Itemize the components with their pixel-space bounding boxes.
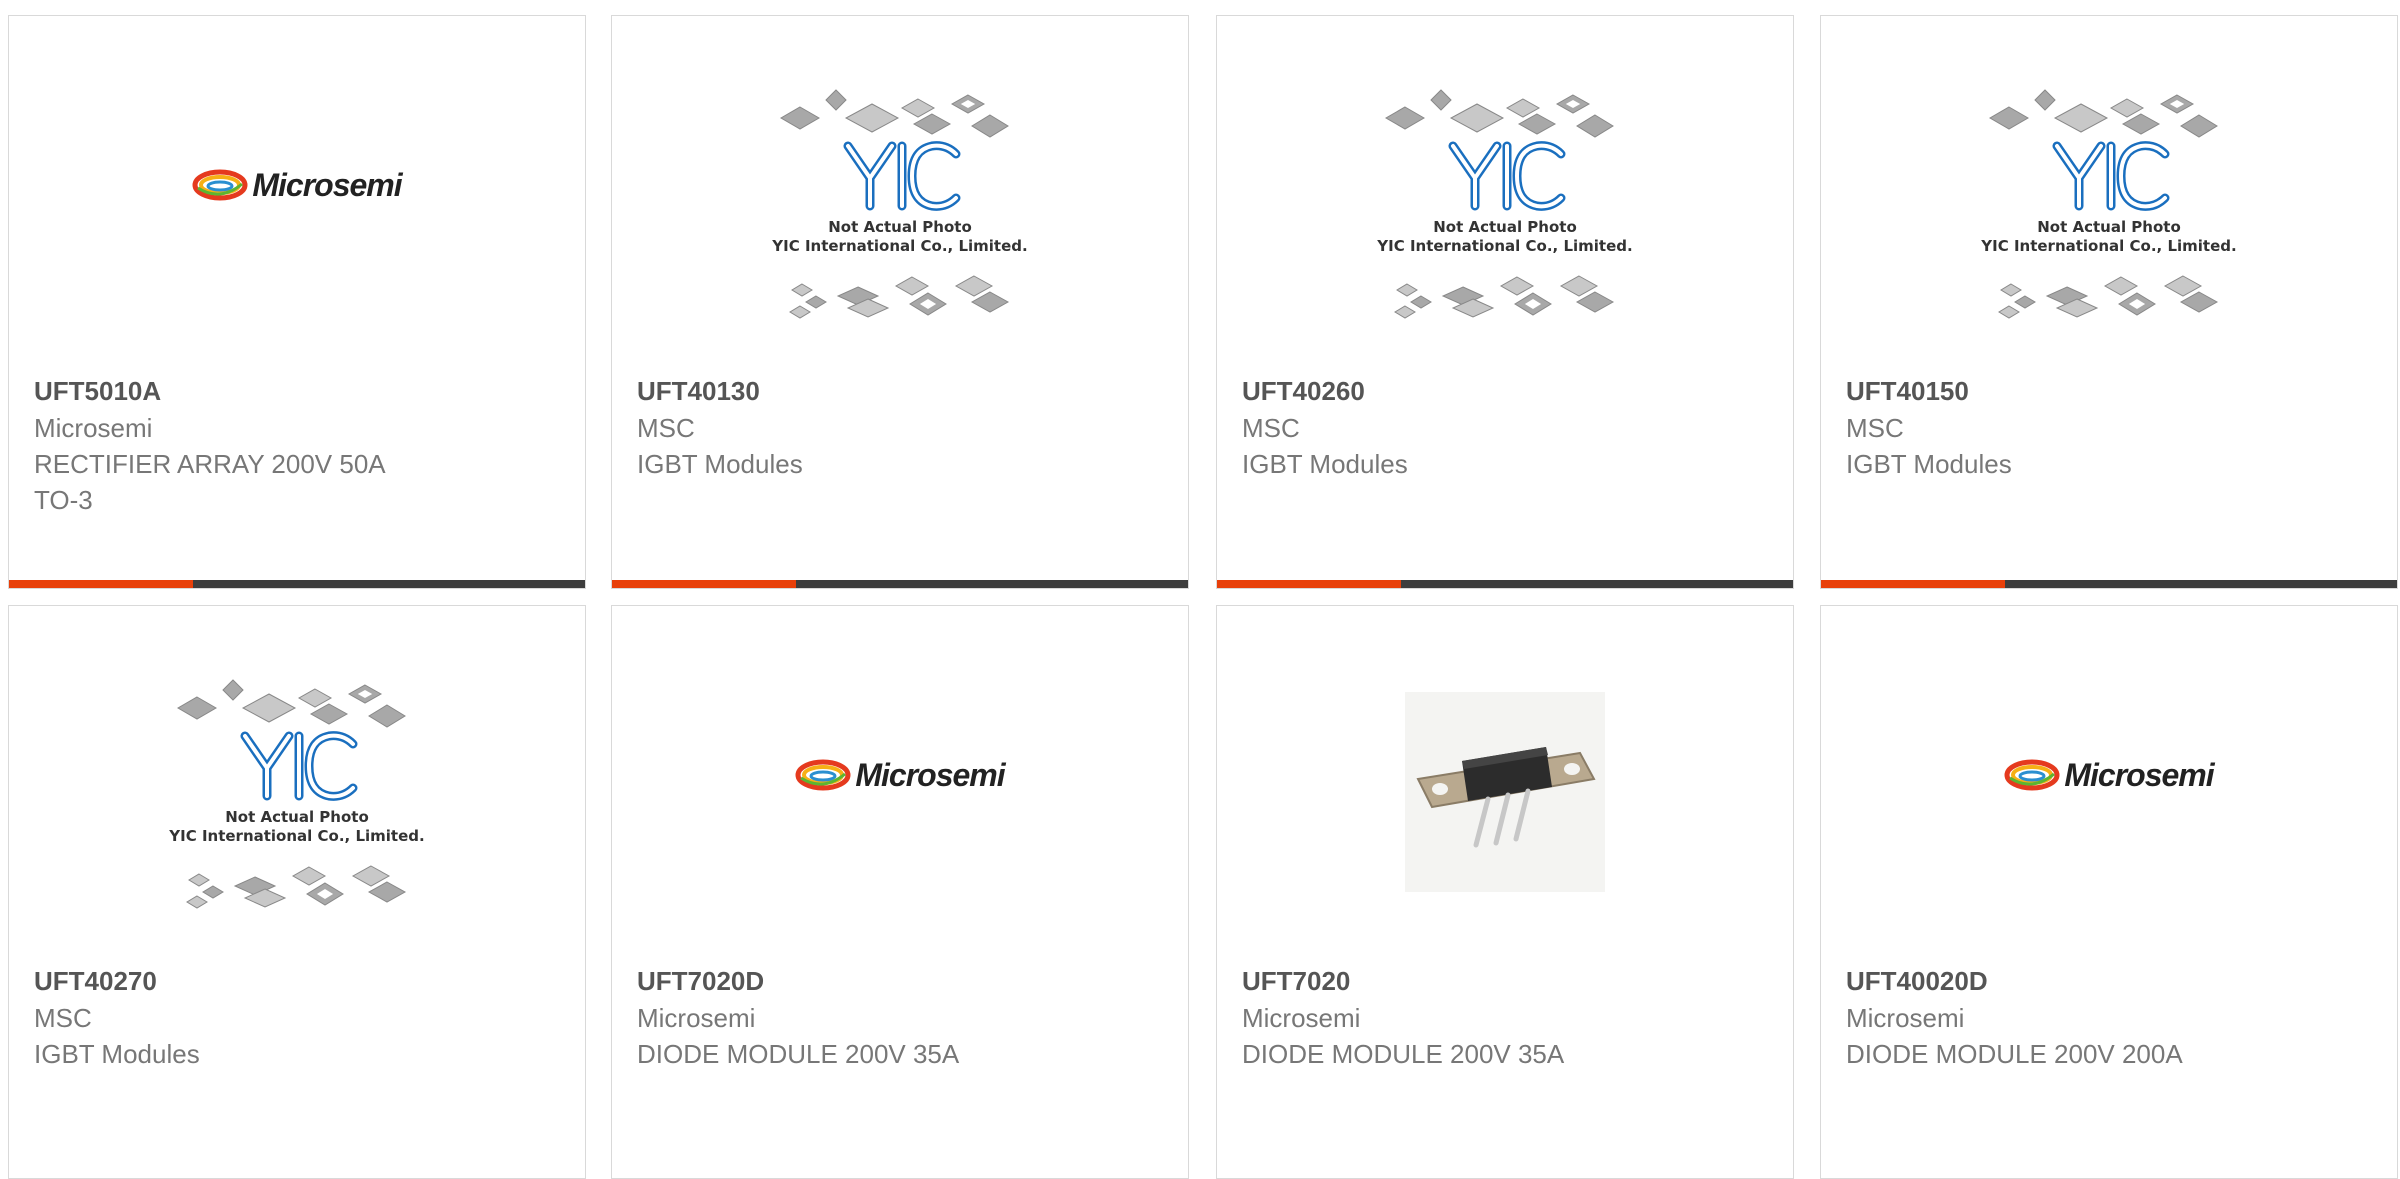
microsemi-logo: Microsemi (795, 756, 1006, 794)
yic-placeholder-image: Not Actual Photo YIC International Co., L… (760, 82, 1040, 322)
product-info: UFT7020D Microsemi DIODE MODULE 200V 35A (637, 962, 1168, 1072)
card-accent-bar (612, 580, 1188, 588)
product-image[interactable]: Microsemi (9, 16, 585, 358)
product-image[interactable] (1217, 606, 1793, 948)
microsemi-wordmark: Microsemi (2064, 756, 2214, 793)
yic-caption-line2: YIC International Co., Limited. (772, 237, 1028, 255)
chip-collage-icon (177, 679, 407, 909)
product-description: RECTIFIER ARRAY 200V 50A (34, 449, 386, 479)
product-info: UFT40270 MSC IGBT Modules (34, 962, 565, 1072)
product-image[interactable]: Not Actual Photo YIC International Co., L… (9, 606, 585, 948)
manufacturer: MSC (34, 1003, 92, 1033)
accent-bar-dark-segment (1401, 580, 1793, 588)
part-number[interactable]: UFT40150 (1846, 372, 2377, 410)
diode-module-icon (1416, 747, 1596, 848)
yic-caption: Not Actual Photo YIC International Co., L… (1365, 218, 1645, 256)
yic-caption-line1: Not Actual Photo (225, 808, 369, 826)
part-number[interactable]: UFT40020D (1846, 962, 2377, 1000)
yic-caption-line2: YIC International Co., Limited. (169, 827, 425, 845)
yic-caption-line1: Not Actual Photo (1433, 218, 1577, 236)
part-number[interactable]: UFT5010A (34, 372, 565, 410)
microsemi-logo: Microsemi (2004, 756, 2215, 794)
microsemi-wordmark: Microsemi (855, 756, 1005, 793)
chip-collage-icon (1385, 89, 1615, 319)
manufacturer: MSC (637, 413, 695, 443)
yic-logo (843, 141, 961, 211)
yic-caption-line1: Not Actual Photo (2037, 218, 2181, 236)
product-image[interactable]: Microsemi (1821, 606, 2397, 948)
product-info: UFT40020D Microsemi DIODE MODULE 200V 200A (1846, 962, 2377, 1072)
yic-caption: Not Actual Photo YIC International Co., L… (157, 808, 437, 846)
accent-bar-orange-segment (1821, 580, 2006, 588)
chip-collage-icon (1989, 89, 2219, 319)
product-info: UFT7020 Microsemi DIODE MODULE 200V 35A (1242, 962, 1773, 1072)
accent-bar-dark-segment (193, 580, 585, 588)
manufacturer: Microsemi (637, 1003, 756, 1033)
yic-logo (1448, 141, 1566, 211)
product-card[interactable]: Microsemi UFT7020D Microsemi DIODE MODULE 2… (611, 605, 1189, 1179)
yic-placeholder-image: Not Actual Photo YIC International Co., L… (1365, 82, 1645, 322)
part-number[interactable]: UFT7020D (637, 962, 1168, 1000)
yic-caption: Not Actual Photo YIC International Co., L… (760, 218, 1040, 256)
product-image[interactable]: Not Actual Photo YIC International Co., L… (1821, 16, 2397, 358)
product-description: IGBT Modules (34, 1039, 200, 1069)
manufacturer: MSC (1846, 413, 1904, 443)
yic-logo (2052, 141, 2170, 211)
microsemi-swoosh-icon (2004, 759, 2060, 791)
part-number[interactable]: UFT7020 (1242, 962, 1773, 1000)
product-description: IGBT Modules (637, 449, 803, 479)
product-card[interactable]: Microsemi UFT5010A Microsemi RECTIFIER ARRA… (8, 15, 586, 589)
accent-bar-dark-segment (2005, 580, 2397, 588)
product-card[interactable]: UFT7020 Microsemi DIODE MODULE 200V 35A (1216, 605, 1794, 1179)
product-description: DIODE MODULE 200V 200A (1846, 1039, 2183, 1069)
product-info: UFT5010A Microsemi RECTIFIER ARRAY 200V 50… (34, 372, 565, 518)
manufacturer: Microsemi (1242, 1003, 1361, 1033)
microsemi-wordmark: Microsemi (252, 166, 402, 203)
product-info: UFT40150 MSC IGBT Modules (1846, 372, 2377, 482)
yic-caption-line1: Not Actual Photo (828, 218, 972, 236)
product-description: TO-3 (34, 485, 93, 515)
microsemi-swoosh-icon (192, 169, 248, 201)
yic-caption-line2: YIC International Co., Limited. (1981, 237, 2237, 255)
product-card[interactable]: Not Actual Photo YIC International Co., L… (611, 15, 1189, 589)
yic-caption-line2: YIC International Co., Limited. (1377, 237, 1633, 255)
microsemi-swoosh-icon (795, 759, 851, 791)
accent-bar-orange-segment (612, 580, 797, 588)
chip-collage-icon (780, 89, 1010, 319)
product-card[interactable]: Not Actual Photo YIC International Co., L… (1820, 15, 2398, 589)
manufacturer: Microsemi (34, 413, 153, 443)
part-number[interactable]: UFT40260 (1242, 372, 1773, 410)
card-accent-bar (1217, 580, 1793, 588)
manufacturer: Microsemi (1846, 1003, 1965, 1033)
yic-caption: Not Actual Photo YIC International Co., L… (1969, 218, 2249, 256)
card-accent-bar (1821, 580, 2397, 588)
product-card[interactable]: Not Actual Photo YIC International Co., L… (1216, 15, 1794, 589)
accent-bar-orange-segment (9, 580, 194, 588)
product-description: DIODE MODULE 200V 35A (1242, 1039, 1565, 1069)
diode-module-photo (1405, 692, 1605, 892)
accent-bar-dark-segment (796, 580, 1188, 588)
product-grid: Microsemi UFT5010A Microsemi RECTIFIER ARRA… (0, 0, 2400, 1179)
product-description: DIODE MODULE 200V 35A (637, 1039, 960, 1069)
yic-placeholder-image: Not Actual Photo YIC International Co., L… (1969, 82, 2249, 322)
card-accent-bar (9, 580, 585, 588)
part-number[interactable]: UFT40270 (34, 962, 565, 1000)
microsemi-logo: Microsemi (192, 166, 403, 204)
product-description: IGBT Modules (1846, 449, 2012, 479)
accent-bar-orange-segment (1217, 580, 1402, 588)
product-info: UFT40260 MSC IGBT Modules (1242, 372, 1773, 482)
yic-placeholder-image: Not Actual Photo YIC International Co., L… (157, 672, 437, 912)
product-image[interactable]: Microsemi (612, 606, 1188, 948)
manufacturer: MSC (1242, 413, 1300, 443)
product-image[interactable]: Not Actual Photo YIC International Co., L… (1217, 16, 1793, 358)
product-image[interactable]: Not Actual Photo YIC International Co., L… (612, 16, 1188, 358)
product-card[interactable]: Microsemi UFT40020D Microsemi DIODE MODULE … (1820, 605, 2398, 1179)
part-number[interactable]: UFT40130 (637, 372, 1168, 410)
product-description: IGBT Modules (1242, 449, 1408, 479)
product-info: UFT40130 MSC IGBT Modules (637, 372, 1168, 482)
product-card[interactable]: Not Actual Photo YIC International Co., L… (8, 605, 586, 1179)
yic-logo (240, 731, 358, 801)
